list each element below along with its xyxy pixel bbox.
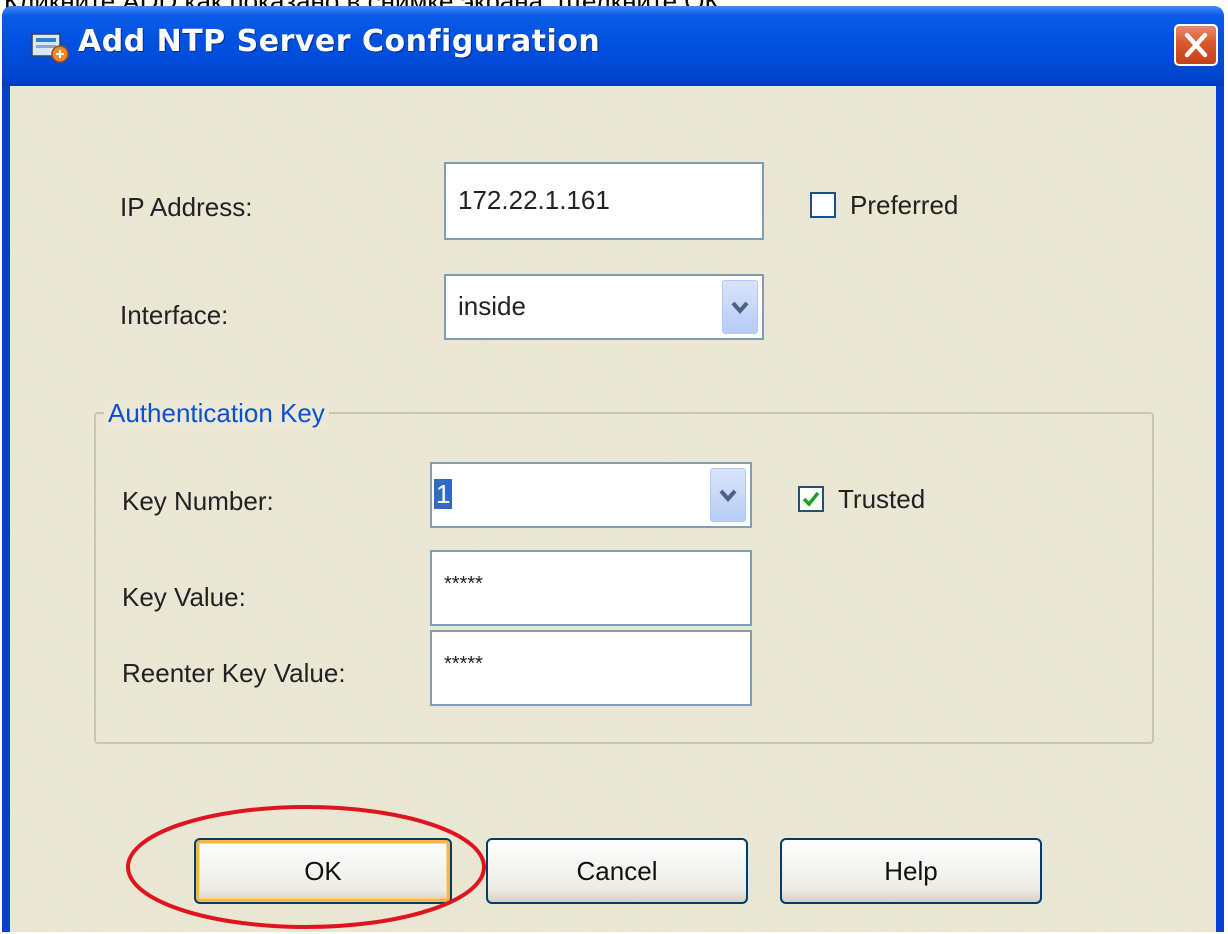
app-icon	[31, 33, 69, 63]
reenter-key-value-field[interactable]: *****	[430, 630, 752, 706]
preferred-checkbox[interactable]	[810, 192, 836, 218]
ok-button[interactable]: OK	[194, 838, 452, 904]
trusted-label: Trusted	[838, 484, 926, 514]
close-icon	[1184, 32, 1208, 58]
title-bar[interactable]: Add NTP Server Configuration	[2, 6, 1224, 86]
key-number-select[interactable]: 1	[430, 462, 752, 528]
close-button[interactable]	[1174, 24, 1218, 66]
interface-dropdown-button[interactable]	[722, 280, 758, 334]
checkmark-icon	[802, 491, 820, 507]
preferred-label: Preferred	[850, 190, 959, 220]
dialog-title: Add NTP Server Configuration	[78, 24, 601, 59]
trusted-checkbox[interactable]	[798, 486, 824, 512]
ip-address-field[interactable]: 172.22.1.161	[444, 162, 764, 240]
key-number-dropdown-button[interactable]	[710, 468, 746, 522]
interface-label: Interface:	[120, 300, 229, 330]
reenter-key-value-label: Reenter Key Value:	[122, 658, 346, 688]
dialog-window: Add NTP Server Configuration IP Address:…	[2, 6, 1224, 932]
key-value-label: Key Value:	[122, 582, 246, 612]
chevron-down-icon	[731, 301, 749, 315]
cancel-button[interactable]: Cancel	[486, 838, 748, 904]
ip-address-label: IP Address:	[120, 192, 253, 222]
authentication-key-legend: Authentication Key	[104, 398, 329, 429]
key-number-label: Key Number:	[122, 486, 274, 516]
help-button[interactable]: Help	[780, 838, 1042, 904]
key-value-field[interactable]: *****	[430, 550, 752, 626]
chevron-down-icon	[719, 489, 737, 503]
key-number-selected-value: 1	[434, 479, 453, 509]
interface-select[interactable]: inside	[444, 274, 764, 340]
interface-selected-value: inside	[458, 291, 526, 321]
dialog-client-area: IP Address: 172.22.1.161 Preferred Inter…	[10, 86, 1216, 932]
